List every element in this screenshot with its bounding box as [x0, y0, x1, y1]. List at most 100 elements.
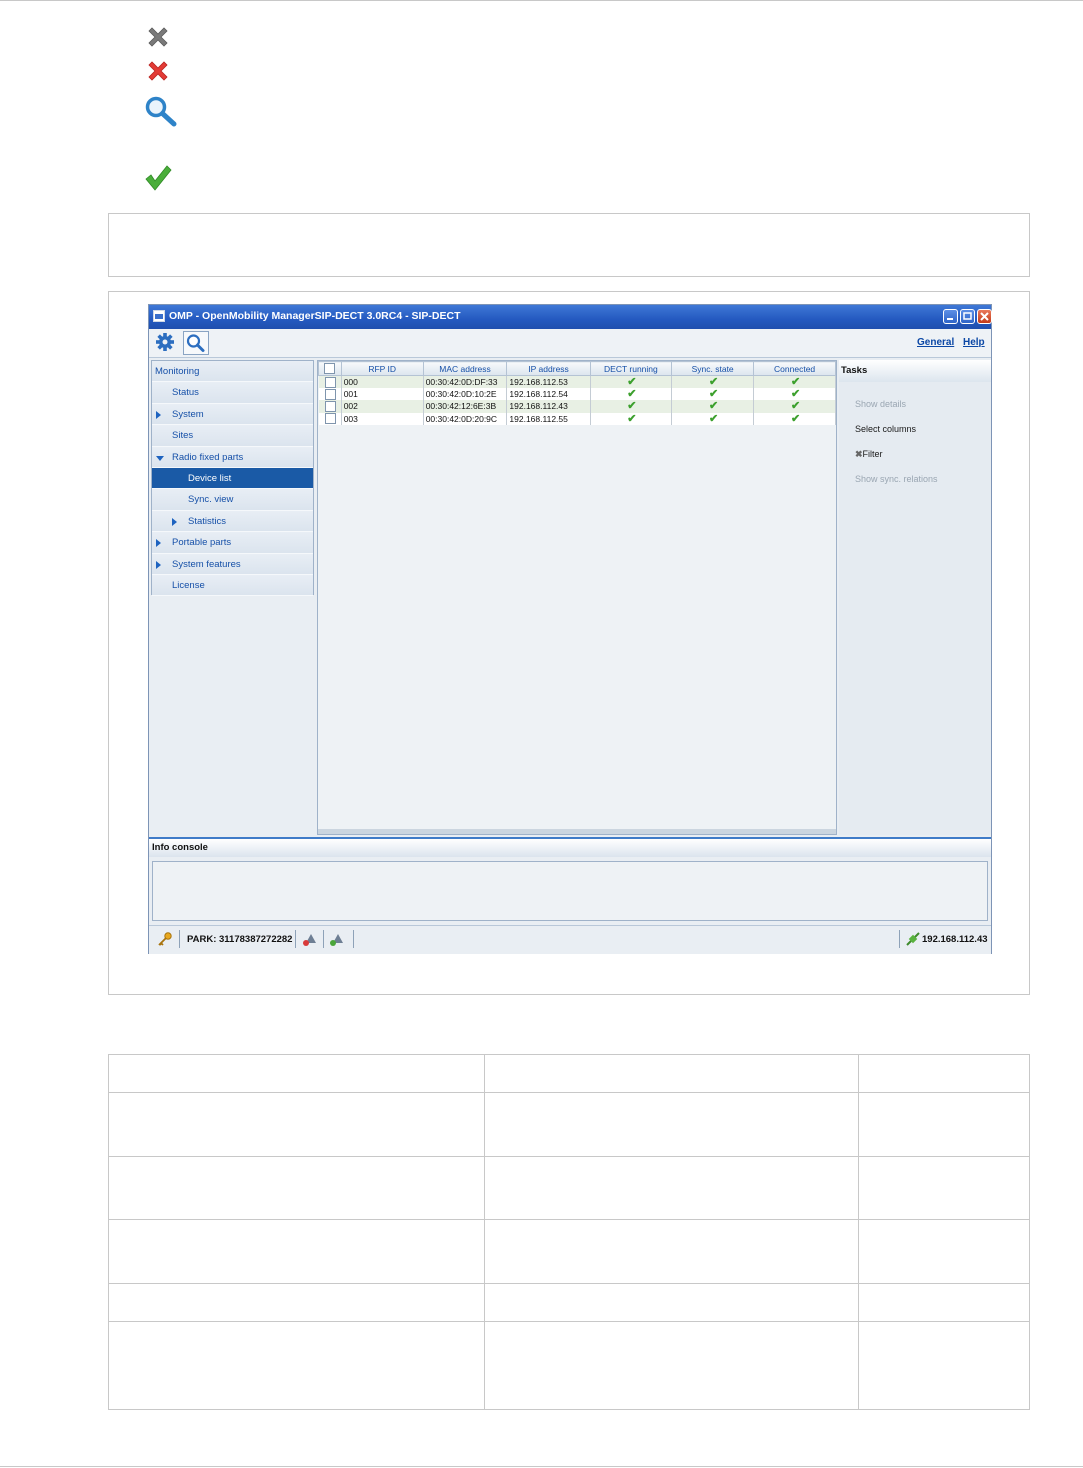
select-all-checkbox[interactable] — [324, 363, 336, 375]
status-separator — [179, 930, 180, 948]
sidebar-item[interactable]: Monitoring — [152, 361, 313, 383]
check-icon: ✔ — [709, 376, 719, 389]
expand-right-icon[interactable] — [156, 539, 161, 548]
status-separator — [323, 930, 324, 948]
sidebar-item[interactable]: Sync. view — [152, 489, 313, 511]
check-icon: ✔ — [790, 376, 801, 389]
column-header-rfp-id[interactable]: RFP ID — [340, 361, 424, 376]
check-icon: ✔ — [709, 400, 719, 413]
cell-dect-running: ✔ — [590, 388, 673, 401]
empty-document-table — [108, 1054, 1030, 1410]
column-header-sync-state[interactable]: Sync. state — [671, 361, 755, 376]
pc-connected-icon[interactable] — [329, 931, 345, 947]
table-row[interactable]: 002 00:30:42:12:6E:3B 192.168.112.43 ✔ ✔ ✔ — [318, 400, 836, 413]
sidebar-item-label: Radio fixed parts — [172, 451, 244, 463]
minimize-button[interactable] — [943, 309, 958, 324]
red-x-icon — [148, 61, 168, 81]
monitoring-button[interactable] — [183, 331, 209, 355]
gear-icon — [156, 333, 174, 351]
sidebar-item[interactable]: Device list — [152, 467, 313, 490]
column-header-mac[interactable]: MAC address — [422, 361, 508, 376]
expand-down-icon[interactable] — [156, 455, 164, 461]
table-row — [108, 1219, 1030, 1284]
table-cell — [858, 1156, 1030, 1220]
row-checkbox[interactable] — [325, 401, 337, 413]
table-header-row: RFP ID MAC address IP address DECT runni… — [318, 361, 836, 376]
top-rule — [0, 0, 1083, 1]
select-all-checkbox-header[interactable] — [318, 361, 342, 376]
close-button[interactable] — [977, 309, 992, 324]
expand-right-icon[interactable] — [156, 410, 161, 419]
cell-sync-state: ✔ — [671, 388, 755, 401]
row-checkbox-cell — [318, 412, 342, 425]
cell-dect-running: ✔ — [590, 400, 673, 413]
cell-dect-running: ✔ — [590, 375, 673, 389]
cell-mac-address: 00:30:42:0D:20:9C — [423, 412, 508, 425]
sidebar-item[interactable]: License — [152, 574, 313, 597]
server-address: 192.168.112.43 — [922, 934, 988, 945]
check-icon: ✔ — [627, 388, 637, 401]
row-checkbox[interactable] — [325, 388, 337, 400]
table-row[interactable]: 000 00:30:42:0D:DF:33 192.168.112.53 ✔ ✔ ✔ — [318, 375, 836, 389]
check-icon: ✔ — [709, 388, 719, 401]
column-header-connected[interactable]: Connected — [753, 361, 836, 376]
sidebar-item[interactable]: Sites — [152, 425, 313, 447]
menu-help[interactable]: Help — [963, 337, 985, 348]
cell-mac-address: 00:30:42:12:6E:3B — [423, 400, 508, 413]
sidebar-item[interactable]: System features — [152, 553, 313, 575]
cell-dect-running: ✔ — [590, 412, 673, 425]
expand-right-icon[interactable] — [172, 517, 177, 526]
title-bar[interactable]: OMP - OpenMobility ManagerSIP-DECT 3.0RC… — [149, 305, 992, 329]
check-icon: ✔ — [709, 412, 719, 425]
column-header-dect-running[interactable]: DECT running — [589, 361, 673, 376]
cell-sync-state: ✔ — [671, 375, 755, 389]
pc-alarm-icon[interactable] — [302, 931, 318, 947]
cell-rfp-id: 002 — [341, 400, 424, 413]
task-select-columns[interactable]: Select columns — [855, 424, 916, 434]
info-console-title: Info console — [149, 837, 991, 857]
omp-window: OMP - OpenMobility ManagerSIP-DECT 3.0RC… — [148, 304, 992, 954]
cell-rfp-id: 001 — [341, 388, 424, 401]
table-row[interactable]: 001 00:30:42:0D:10:2E 192.168.112.54 ✔ ✔ ✔ — [318, 388, 836, 401]
row-checkbox[interactable] — [325, 376, 337, 388]
cell-mac-address: 00:30:42:0D:10:2E — [423, 388, 508, 401]
sidebar-item[interactable]: Status — [152, 382, 313, 404]
bottom-rule — [0, 1466, 1083, 1467]
row-checkbox-cell — [318, 400, 342, 413]
task-filter[interactable]: ✖Filter — [855, 449, 883, 460]
tasks-title: Tasks — [839, 360, 991, 382]
configuration-button[interactable] — [153, 331, 179, 355]
task-show-sync-relations[interactable]: Show sync. relations — [855, 474, 938, 484]
column-header-ip[interactable]: IP address — [506, 361, 591, 376]
sidebar-item[interactable]: System — [152, 403, 313, 426]
sidebar-item[interactable]: Portable parts — [152, 532, 313, 554]
table-row[interactable]: 003 00:30:42:0D:20:9C 192.168.112.55 ✔ ✔ ✔ — [318, 412, 836, 425]
sidebar-item[interactable]: Radio fixed parts — [152, 446, 313, 468]
cell-rfp-id: 003 — [341, 412, 424, 425]
status-separator — [899, 930, 900, 948]
sidebar-item-label: Sync. view — [188, 494, 234, 506]
sidebar-item-label: Statistics — [188, 515, 227, 527]
cell-connected: ✔ — [753, 375, 836, 389]
row-checkbox[interactable] — [325, 413, 337, 425]
task-show-details[interactable]: Show details — [855, 399, 906, 409]
check-icon: ✔ — [790, 388, 801, 401]
maximize-button[interactable] — [960, 309, 975, 324]
info-console-area[interactable] — [152, 861, 988, 921]
maximize-icon — [963, 312, 972, 320]
menu-general[interactable]: General — [917, 337, 954, 348]
check-icon: ✔ — [790, 400, 801, 413]
status-separator — [295, 930, 296, 948]
sidebar-item-label: License — [172, 579, 205, 591]
check-icon: ✔ — [627, 376, 637, 389]
check-icon: ✔ — [790, 412, 801, 425]
table-cell — [483, 1054, 860, 1093]
table-cell — [483, 1156, 860, 1220]
gray-x-icon — [148, 27, 168, 47]
close-icon — [980, 312, 989, 321]
horizontal-scrollbar[interactable] — [318, 829, 836, 834]
table-cell — [858, 1321, 1030, 1410]
sidebar-item[interactable]: Statistics — [152, 510, 313, 533]
expand-right-icon[interactable] — [156, 560, 161, 569]
window-title: OMP - OpenMobility ManagerSIP-DECT 3.0RC… — [169, 310, 461, 322]
